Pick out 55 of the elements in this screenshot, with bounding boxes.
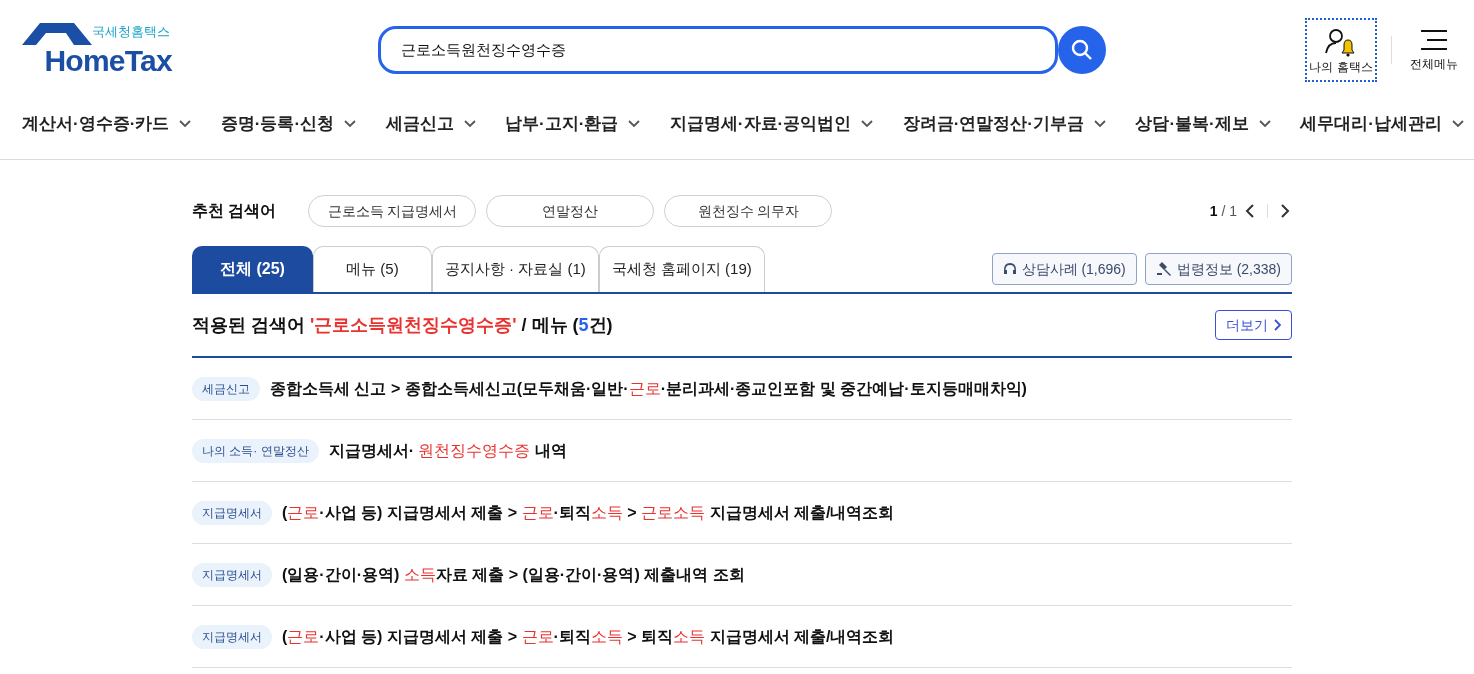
result-tab[interactable]: 국세청 홈페이지 (19) <box>598 246 765 292</box>
result-link[interactable]: 종합소득세 신고 > 종합소득세신고(모두채움·일반·근로·분리과세·종교인포함 및 중간예납·토지등매매차익) <box>270 376 1027 401</box>
search-icon <box>1070 38 1094 62</box>
headset-info-button[interactable]: 상담사례 (1,696) <box>991 253 1137 285</box>
chevron-down-icon <box>179 120 192 128</box>
result-link[interactable]: (근로·사업 등) 지급명세서 제출 > 근로·퇴직소득 > 근로소득 지급명세서 제출/내역조회 <box>282 500 895 525</box>
gavel-info-button[interactable]: 법령정보 (2,338) <box>1144 253 1292 285</box>
result-heading: 적용된 검색어 '근로소득원천징수영수증' / 메뉴 (5건) <box>192 313 613 337</box>
menu-icon <box>1421 30 1447 50</box>
result-tab[interactable]: 전체 (25) <box>192 246 313 292</box>
chevron-right-icon <box>1280 203 1290 219</box>
logo-subtitle: 국세청홈택스 <box>92 24 170 38</box>
logo-title: HomeTax <box>44 45 172 76</box>
category-tag: 나의 소득· 연말정산 <box>192 438 319 463</box>
chevron-down-icon <box>1094 120 1106 128</box>
result-link[interactable]: (근로·사업 등) 지급명세서 제출 > 근로·퇴직소득 > 퇴직소득 지급명세서 제출/내역조회 <box>282 624 895 649</box>
page-current: 1 <box>1209 202 1218 219</box>
category-tag: 지급명세서 <box>192 624 272 649</box>
previous-page-button[interactable] <box>1243 203 1257 219</box>
my-hometax-button[interactable]: 나의 홈택스 <box>1305 18 1377 82</box>
category-tag: 지급명세서 <box>192 500 272 525</box>
chevron-down-icon <box>628 120 641 128</box>
chevron-down-icon <box>1451 120 1464 128</box>
chevron-down-icon <box>1258 120 1271 128</box>
hometax-logo[interactable]: 국세청홈택스 HomeTax <box>22 24 172 76</box>
house-roof-icon <box>22 20 94 47</box>
chevron-down-icon <box>463 120 476 128</box>
nav-menu-item[interactable]: 납부·고지·환급 <box>505 106 641 142</box>
recommended-label: 추천 검색어 <box>192 201 277 221</box>
result-link[interactable]: (일용·간이·용역) 소득자료 제출 > (일용·간이·용역) 제출내역 조회 <box>282 562 745 587</box>
page-total: / 1 <box>1221 202 1237 219</box>
category-tag: 세금신고 <box>192 376 260 401</box>
headset-icon <box>1002 262 1017 276</box>
chevron-right-icon <box>1274 319 1281 331</box>
gavel-icon <box>1155 261 1172 277</box>
category-tag: 지급명세서 <box>192 562 272 587</box>
more-button[interactable]: 더보기 <box>1215 310 1292 340</box>
result-tab[interactable]: 메뉴 (5) <box>312 246 432 292</box>
nav-menu-item[interactable]: 증명·등록·신청 <box>220 106 357 142</box>
nav-menu-item[interactable]: 계산서·영수증·카드 <box>22 106 192 142</box>
result-tab[interactable]: 공지사항 · 자료실 (1) <box>431 246 599 292</box>
chevron-left-icon <box>1245 203 1255 219</box>
nav-menu-item[interactable]: 지급명세·자료·공익법인 <box>669 106 874 142</box>
next-page-button[interactable] <box>1278 203 1292 219</box>
nav-menu-item[interactable]: 세금신고 <box>385 106 476 142</box>
user-bell-icon <box>1324 27 1358 57</box>
nav-menu-item[interactable]: 상담·불복·제보 <box>1135 106 1271 142</box>
all-menu-button[interactable]: 전체메뉴 <box>1406 30 1462 70</box>
nav-menu-item[interactable]: 세무대리·납세관리 <box>1300 106 1464 142</box>
result-link[interactable]: 지급명세서· 원천징수영수증 내역 <box>328 438 567 463</box>
chevron-down-icon <box>344 120 357 128</box>
nav-menu-item[interactable]: 장려금·연말정산·기부금 <box>902 106 1106 142</box>
search-button[interactable] <box>1058 26 1106 74</box>
chevron-down-icon <box>861 120 874 128</box>
search-field[interactable]: 근로소득원천징수영수증 <box>378 26 1058 74</box>
